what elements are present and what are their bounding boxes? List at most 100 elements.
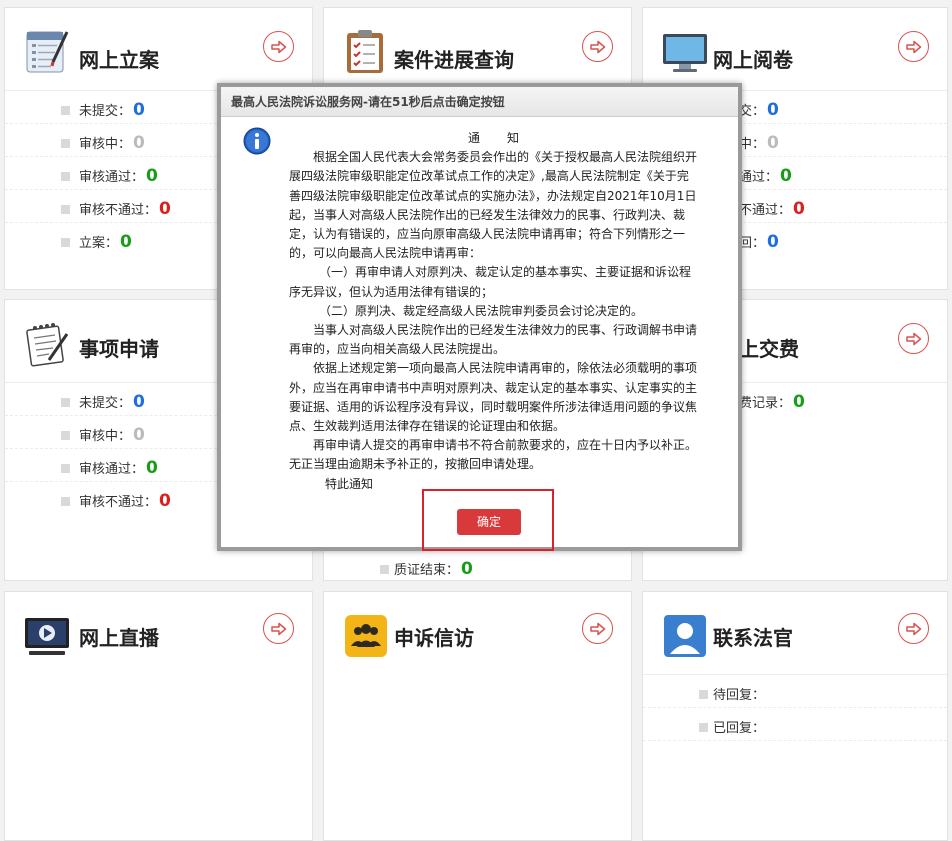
enter-arrow-button[interactable] bbox=[263, 613, 294, 644]
row-label: 回： bbox=[739, 236, 766, 251]
arrow-right-icon bbox=[905, 40, 921, 53]
notepad-icon bbox=[26, 323, 69, 367]
bullet-icon bbox=[61, 238, 70, 247]
row-label: 审核中： bbox=[79, 137, 132, 152]
notice-paragraph: 依据上述规定第一项向最高人民法院申请再审的，除依法必须载明的事项外，应当在再审申… bbox=[289, 361, 698, 434]
row-count: 0 bbox=[133, 100, 145, 120]
card-title: 联系法官 bbox=[713, 626, 793, 650]
row-count: 0 bbox=[133, 133, 145, 153]
row-count: 0 bbox=[767, 232, 779, 252]
row-label: 审核中： bbox=[79, 429, 132, 444]
bullet-icon bbox=[61, 398, 70, 407]
enter-arrow-button[interactable] bbox=[898, 31, 929, 62]
card-title: 网上直播 bbox=[79, 626, 159, 650]
arrow-right-icon bbox=[905, 622, 921, 635]
monitor-icon bbox=[663, 34, 707, 72]
card-lxfg: 联系法官 待回复： 已回复： bbox=[642, 591, 948, 841]
card-title: 网上立案 bbox=[79, 48, 159, 72]
row-label: 已回复： bbox=[713, 721, 766, 736]
enter-arrow-button[interactable] bbox=[263, 31, 294, 62]
arrow-right-icon bbox=[589, 40, 605, 53]
bullet-icon bbox=[61, 431, 70, 440]
bullet-icon bbox=[61, 139, 70, 148]
bullet-icon bbox=[380, 565, 389, 574]
row-count: 0 bbox=[120, 232, 132, 252]
bullet-icon bbox=[61, 106, 70, 115]
list-item[interactable]: 已回复： bbox=[643, 708, 947, 741]
enter-arrow-button[interactable] bbox=[898, 613, 929, 644]
notice-paragraph: 当事人对高级人民法院作出的已经发生法律效力的民事、行政调解书申请再审的，应当向相… bbox=[289, 323, 698, 357]
row-count: 0 bbox=[133, 392, 145, 412]
row-label: 中： bbox=[739, 137, 766, 152]
notice-dialog: 最高人民法院诉讼服务网-请在51秒后点击确定按钮 通 知 根据全国人民代表大会常… bbox=[217, 83, 742, 551]
row-label: 未提交： bbox=[79, 104, 132, 119]
enter-arrow-button[interactable] bbox=[582, 31, 613, 62]
arrow-right-icon bbox=[905, 332, 921, 345]
enter-arrow-button[interactable] bbox=[582, 613, 613, 644]
row-count: 0 bbox=[793, 392, 805, 412]
row-label: 立案： bbox=[79, 236, 119, 251]
row-count: 0 bbox=[159, 199, 171, 219]
row-label: 通过： bbox=[739, 170, 779, 185]
row-label: 不通过： bbox=[739, 203, 792, 218]
people-icon bbox=[345, 615, 387, 657]
card-title: 申诉信访 bbox=[394, 626, 474, 650]
notice-paragraph: （二）原判决、裁定经高级人民法院审判委员会讨论决定的。 bbox=[319, 303, 644, 318]
row-count: 0 bbox=[159, 491, 171, 511]
row-label: 审核不通过： bbox=[79, 495, 158, 510]
list-item[interactable]: 质证结束： 0 bbox=[324, 550, 631, 583]
card-header[interactable]: 案件进展查询 bbox=[324, 8, 631, 91]
bullet-icon bbox=[61, 205, 70, 214]
card-header[interactable]: 联系法官 bbox=[643, 592, 947, 675]
row-count: 0 bbox=[767, 100, 779, 120]
arrow-right-icon bbox=[589, 622, 605, 635]
bullet-icon bbox=[699, 723, 708, 732]
row-count: 0 bbox=[133, 425, 145, 445]
enter-arrow-button[interactable] bbox=[898, 323, 929, 354]
row-label: 费记录： bbox=[739, 396, 792, 411]
row-label: 审核通过： bbox=[79, 170, 145, 185]
contact-icon bbox=[664, 615, 706, 657]
card-title: 案件进展查询 bbox=[394, 48, 514, 72]
row-label: 未提交： bbox=[79, 396, 132, 411]
row-count: 0 bbox=[793, 199, 805, 219]
row-label: 审核不通过： bbox=[79, 203, 158, 218]
notice-body: 通 知 根据全国人民代表大会常务委员会作出的《关于授权最高人民法院组织开展四级法… bbox=[289, 129, 699, 494]
card-header[interactable]: 网上立案 bbox=[5, 8, 312, 91]
bullet-icon bbox=[61, 172, 70, 181]
card-header[interactable]: 申诉信访 bbox=[324, 592, 631, 675]
notice-heading: 通 知 bbox=[467, 131, 520, 145]
row-count: 0 bbox=[767, 133, 779, 153]
card-ssxf: 申诉信访 bbox=[323, 591, 632, 841]
dialog-title: 最高人民法院诉讼服务网-请在51秒后点击确定按钮 bbox=[221, 87, 738, 117]
card-wszb: 网上直播 bbox=[4, 591, 313, 841]
notice-paragraph: 再审申请人提交的再审申请书不符合前款要求的，应在十日内予以补正。无正当理由逾期未… bbox=[289, 438, 698, 472]
video-icon bbox=[25, 618, 69, 655]
card-title: 网上阅卷 bbox=[713, 48, 793, 72]
row-label: 待回复： bbox=[713, 688, 766, 703]
checklist-icon bbox=[26, 31, 69, 73]
card-header[interactable]: 网上阅卷 bbox=[643, 8, 947, 91]
clipboard-icon bbox=[347, 30, 383, 73]
card-title: 事项申请 bbox=[79, 337, 159, 361]
bullet-icon bbox=[61, 497, 70, 506]
notice-paragraph: 根据全国人民代表大会常务委员会作出的《关于授权最高人民法院组织开展四级法院审级职… bbox=[289, 150, 698, 261]
list-item[interactable]: 待回复： bbox=[643, 675, 947, 708]
confirm-highlight: 确定 bbox=[422, 489, 554, 551]
arrow-right-icon bbox=[270, 40, 286, 53]
bullet-icon bbox=[61, 464, 70, 473]
card-header[interactable]: 网上直播 bbox=[5, 592, 312, 675]
confirm-button[interactable]: 确定 bbox=[457, 509, 521, 535]
row-label: 审核通过： bbox=[79, 462, 145, 477]
row-count: 0 bbox=[146, 458, 158, 478]
arrow-right-icon bbox=[270, 622, 286, 635]
info-icon bbox=[243, 127, 271, 155]
notice-paragraph: （一）再审申请人对原判决、裁定认定的基本事实、主要证据和诉讼程序无异议，但认为适… bbox=[289, 265, 692, 299]
row-label: 质证结束： bbox=[394, 563, 460, 578]
row-count: 0 bbox=[780, 166, 792, 186]
card-title: 上交费 bbox=[739, 337, 799, 361]
row-count: 0 bbox=[146, 166, 158, 186]
bullet-icon bbox=[699, 690, 708, 699]
row-count: 0 bbox=[461, 559, 473, 579]
row-label: 交： bbox=[739, 104, 766, 119]
